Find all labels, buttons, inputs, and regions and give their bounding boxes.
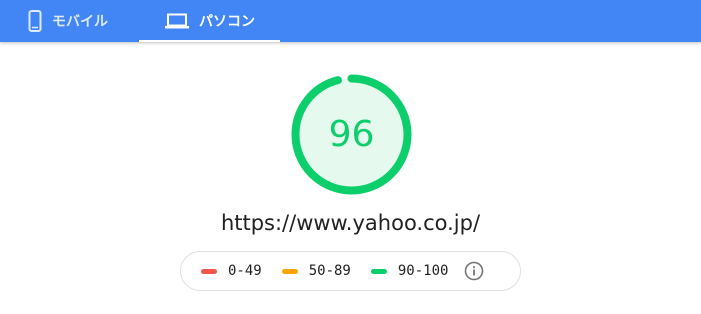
smartphone-icon (28, 10, 42, 32)
performance-score: 96 (328, 114, 375, 155)
tab-mobile[interactable]: モバイル (14, 0, 138, 42)
legend-range-average: 50-89 (308, 263, 351, 279)
tab-desktop[interactable]: パソコン (139, 0, 280, 42)
tab-mobile-label: モバイル (52, 13, 108, 29)
active-tab-indicator (139, 40, 280, 42)
legend-range-pass: 90-100 (397, 263, 449, 279)
legend-item-average: 50-89 (281, 263, 351, 279)
tested-url: https://www.yahoo.co.jp/ (220, 211, 481, 235)
legend-swatch-fail (201, 268, 217, 274)
performance-score-gauge: 96 (291, 74, 412, 195)
report-tab-bar: モバイル パソコン (0, 0, 701, 42)
tab-desktop-label: パソコン (199, 13, 255, 29)
legend-swatch-pass (370, 268, 387, 274)
info-icon[interactable] (464, 261, 484, 281)
laptop-icon (165, 13, 189, 29)
legend-item-fail: 0-49 (201, 263, 262, 279)
legend-range-fail: 0-49 (228, 263, 262, 279)
legend-swatch-average (281, 268, 298, 274)
legend-item-pass: 90-100 (370, 263, 449, 279)
score-legend: 0-49 50-89 90-100 (180, 251, 521, 291)
